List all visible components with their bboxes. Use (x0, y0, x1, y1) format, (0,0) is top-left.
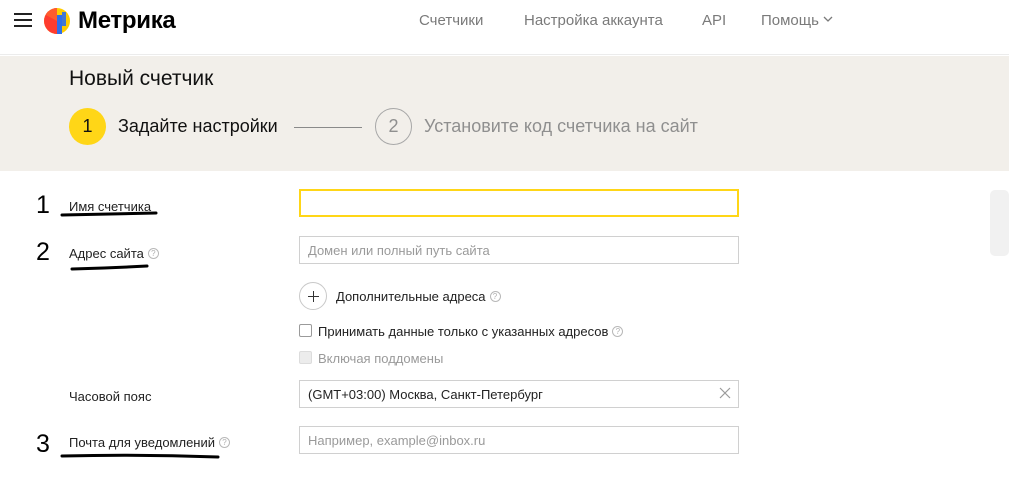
timezone-label: Часовой пояс (69, 389, 152, 404)
additional-addresses-label: Дополнительные адреса (336, 289, 486, 304)
additional-addresses-row[interactable]: Дополнительные адреса? (336, 289, 501, 304)
scrollbar-thumb[interactable] (990, 190, 1009, 256)
add-address-button[interactable] (299, 282, 327, 310)
only-listed-row[interactable]: Принимать данные только с указанных адре… (318, 324, 624, 339)
only-listed-checkbox[interactable] (299, 324, 312, 337)
clear-icon[interactable] (718, 386, 732, 400)
help-icon[interactable]: ? (147, 248, 159, 260)
notify-email-input[interactable] (299, 426, 739, 454)
help-icon[interactable]: ? (219, 437, 231, 449)
timezone-input[interactable] (299, 380, 739, 408)
help-icon[interactable]: ? (489, 291, 501, 303)
subdomains-checkbox (299, 351, 312, 364)
notify-email-label: Почта для уведомлений (69, 435, 216, 450)
notify-email-label-row: Почта для уведомлений? (69, 435, 231, 450)
site-address-label-row: Адрес сайта? (69, 246, 159, 261)
subdomains-label: Включая поддомены (318, 351, 444, 366)
counter-name-label: Имя счетчика (69, 199, 152, 214)
site-address-label: Адрес сайта (69, 246, 144, 261)
site-address-input[interactable] (299, 236, 739, 264)
only-listed-label: Принимать данные только с указанных адре… (318, 324, 609, 339)
help-icon[interactable]: ? (612, 326, 624, 338)
counter-name-input[interactable] (299, 189, 739, 217)
